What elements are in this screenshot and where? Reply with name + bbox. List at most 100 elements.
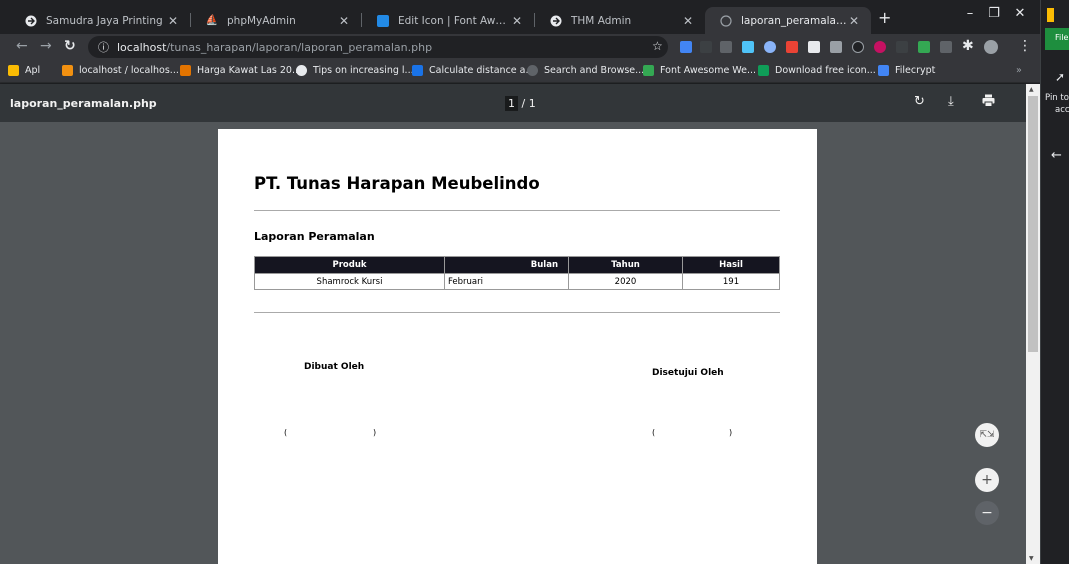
address-bar[interactable]: ⓘ localhost /tunas_harapan/laporan/lapor… bbox=[88, 36, 668, 58]
phpmyadmin-icon bbox=[62, 65, 73, 76]
print-icon[interactable] bbox=[982, 94, 995, 111]
bookmarks-bar: Apl localhost / localhos... Harga Kawat … bbox=[0, 61, 1040, 83]
extension-icon[interactable] bbox=[830, 41, 842, 53]
folder-icon bbox=[1047, 8, 1054, 22]
minimize-button[interactable]: – bbox=[960, 6, 980, 21]
font-awesome-icon bbox=[376, 14, 390, 28]
column-header: Bulan bbox=[444, 256, 569, 274]
table-cell: Shamrock Kursi bbox=[254, 273, 445, 290]
close-icon[interactable]: ✕ bbox=[847, 14, 861, 28]
download-icon[interactable]: ⤓ bbox=[948, 94, 954, 109]
globe-icon bbox=[24, 14, 38, 28]
browser-toolbar: ← → ↻ ⓘ localhost /tunas_harapan/laporan… bbox=[0, 34, 1040, 61]
tab-strip: Samudra Jaya Printing ✕ ⛵ phpMyAdmin ✕ E… bbox=[0, 0, 1040, 34]
globe-icon bbox=[296, 65, 307, 76]
back-arrow-icon[interactable]: ← bbox=[1051, 148, 1062, 163]
extension-icon[interactable] bbox=[680, 41, 692, 53]
extension-icon[interactable] bbox=[940, 41, 952, 53]
extension-icon[interactable] bbox=[808, 41, 820, 53]
close-icon[interactable]: ✕ bbox=[510, 14, 524, 28]
rotate-icon[interactable]: ↻ bbox=[914, 94, 925, 109]
signature-close-paren: ) bbox=[373, 428, 377, 437]
scrollbar-thumb[interactable] bbox=[1028, 96, 1038, 352]
phpmyadmin-icon: ⛵ bbox=[205, 15, 219, 26]
bookmark-icon bbox=[758, 65, 769, 76]
pin-icon[interactable]: ➚ bbox=[1055, 70, 1065, 84]
scroll-up-icon[interactable]: ▲ bbox=[1029, 86, 1034, 93]
made-by-label: Dibuat Oleh bbox=[304, 362, 365, 372]
info-icon[interactable]: ⓘ bbox=[98, 39, 109, 55]
browser-window: Samudra Jaya Printing ✕ ⛵ phpMyAdmin ✕ E… bbox=[0, 0, 1069, 564]
bookmark-download-icon[interactable]: Download free icon... bbox=[758, 65, 876, 76]
extension-icon[interactable] bbox=[720, 41, 732, 53]
extension-icon[interactable] bbox=[918, 41, 930, 53]
bookmark-search-browse[interactable]: Search and Browse... bbox=[527, 65, 644, 76]
extension-icon[interactable] bbox=[852, 41, 864, 53]
reload-icon[interactable]: ↻ bbox=[64, 38, 76, 54]
font-awesome-icon bbox=[643, 65, 654, 76]
bookmark-star-icon[interactable]: ☆ bbox=[652, 39, 663, 53]
extension-icon[interactable] bbox=[896, 41, 908, 53]
more-bookmarks-icon[interactable]: » bbox=[1016, 65, 1022, 76]
column-header: Hasil bbox=[682, 256, 780, 274]
bookmark-filecrypt[interactable]: Filecrypt bbox=[878, 65, 935, 76]
bookmark-icon bbox=[527, 65, 538, 76]
close-icon[interactable]: ✕ bbox=[166, 14, 180, 28]
table-cell: 191 bbox=[682, 273, 780, 290]
report-title: Laporan Peramalan bbox=[254, 230, 375, 243]
table-cell: 2020 bbox=[568, 273, 683, 290]
close-window-button[interactable]: ✕ bbox=[1010, 6, 1030, 21]
bookmark-icon bbox=[412, 65, 423, 76]
bookmark-localhost[interactable]: localhost / localhos... bbox=[62, 65, 179, 76]
maximize-button[interactable]: ❐ bbox=[984, 6, 1004, 21]
menu-icon[interactable]: ⋮ bbox=[1018, 38, 1032, 54]
globe-icon bbox=[549, 14, 563, 28]
close-icon[interactable]: ✕ bbox=[681, 14, 695, 28]
plus-icon: + bbox=[981, 472, 993, 488]
tab-phpmyadmin[interactable]: ⛵ phpMyAdmin ✕ bbox=[191, 7, 361, 34]
table-row: Shamrock Kursi Februari 2020 191 bbox=[254, 273, 780, 290]
extension-icon[interactable] bbox=[742, 41, 754, 53]
minus-icon: − bbox=[981, 505, 993, 521]
fit-to-page-icon: ⇱⇲ bbox=[979, 430, 995, 440]
tab-font-awesome[interactable]: Edit Icon | Font Awesome ✕ bbox=[362, 7, 534, 34]
extension-icon[interactable] bbox=[764, 41, 776, 53]
tab-laporan-peramalan[interactable]: laporan_peramalan.php ✕ bbox=[705, 7, 871, 34]
signature-open-paren: ( bbox=[284, 428, 288, 437]
back-arrow-icon[interactable]: ← bbox=[16, 38, 28, 54]
scrollbar[interactable]: ▲ ▼ bbox=[1026, 84, 1040, 564]
scroll-down-icon[interactable]: ▼ bbox=[1029, 555, 1034, 562]
forward-arrow-icon[interactable]: → bbox=[40, 38, 52, 54]
pdf-toolbar: laporan_peramalan.php 1 / 1 ↻ ⤓ bbox=[0, 84, 1026, 122]
bookmark-icon bbox=[180, 65, 191, 76]
avatar[interactable] bbox=[984, 40, 998, 54]
extension-icon[interactable] bbox=[700, 41, 712, 53]
bookmark-apl[interactable]: Apl bbox=[8, 65, 40, 76]
page-input[interactable]: 1 bbox=[505, 96, 518, 111]
puzzle-icon[interactable]: ✱ bbox=[962, 38, 974, 54]
bookmark-font-awesome[interactable]: Font Awesome We... bbox=[643, 65, 756, 76]
extension-icon[interactable] bbox=[874, 41, 886, 53]
bookmark-harga-kawat[interactable]: Harga Kawat Las 20... bbox=[180, 65, 301, 76]
signature-close-paren: ) bbox=[729, 428, 733, 437]
company-name: PT. Tunas Harapan Meubelindo bbox=[254, 174, 540, 193]
signature-open-paren: ( bbox=[652, 428, 656, 437]
bookmark-calculate-distance[interactable]: Calculate distance a... bbox=[412, 65, 535, 76]
pdf-canvas[interactable]: PT. Tunas Harapan Meubelindo Laporan Per… bbox=[0, 122, 1026, 564]
close-icon[interactable]: ✕ bbox=[337, 14, 351, 28]
new-tab-button[interactable]: + bbox=[878, 8, 891, 27]
table-header-row: Produk Bulan Tahun Hasil bbox=[254, 256, 780, 274]
zoom-out-button[interactable]: − bbox=[975, 501, 999, 525]
tab-thm-admin[interactable]: THM Admin ✕ bbox=[535, 7, 705, 34]
fit-page-button[interactable]: ⇱⇲ bbox=[975, 423, 999, 447]
extension-icon[interactable] bbox=[786, 41, 798, 53]
bookmark-tips[interactable]: Tips on increasing l... bbox=[296, 65, 414, 76]
pdf-page: PT. Tunas Harapan Meubelindo Laporan Per… bbox=[218, 129, 817, 564]
tab-samudra-jaya[interactable]: Samudra Jaya Printing ✕ bbox=[10, 7, 190, 34]
column-header: Tahun bbox=[568, 256, 683, 274]
zoom-in-button[interactable]: + bbox=[975, 468, 999, 492]
forecast-table: Produk Bulan Tahun Hasil Shamrock Kursi … bbox=[254, 256, 780, 290]
pin-label: Pin to acc bbox=[1045, 93, 1069, 115]
table-cell: Februari bbox=[444, 273, 569, 290]
file-button[interactable]: File bbox=[1045, 28, 1069, 50]
